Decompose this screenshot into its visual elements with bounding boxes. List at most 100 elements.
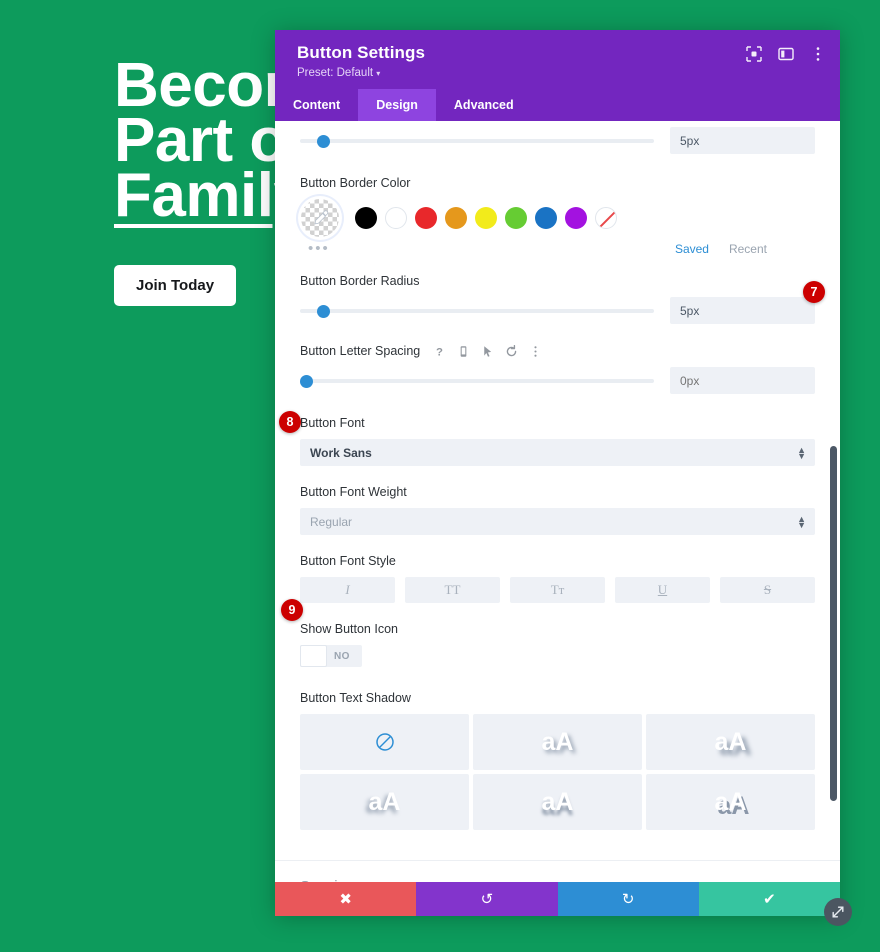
reset-undo-icon[interactable] xyxy=(505,344,518,358)
slider-track xyxy=(300,308,654,313)
more-colors-button[interactable]: ••• xyxy=(308,241,330,256)
button-border-radius-label: Button Border Radius xyxy=(300,274,420,288)
preset-selector[interactable]: Preset: Default ▾ xyxy=(297,67,822,79)
button-text-shadow-field: Button Text Shadow aA aA aA aA aA xyxy=(275,672,840,830)
shadow-sample: aA xyxy=(368,787,401,816)
letter-spacing-label-text: Button Letter Spacing xyxy=(300,344,421,358)
letter-spacing-slider[interactable] xyxy=(300,372,654,390)
modal-scrollbar[interactable] xyxy=(830,446,837,801)
redo-button[interactable]: ↻ xyxy=(557,882,699,916)
border-radius-input[interactable] xyxy=(670,297,815,324)
slider-knob[interactable] xyxy=(300,374,313,388)
swatch-green[interactable] xyxy=(505,207,527,229)
save-button[interactable]: ✔ xyxy=(698,882,840,916)
slider-knob[interactable] xyxy=(317,304,330,318)
button-border-color-label: Button Border Color xyxy=(300,176,411,190)
modal-footer-actions: ✖ ↺ ↻ ✔ xyxy=(275,882,840,916)
shadow-sample: aA xyxy=(541,727,574,756)
text-shadow-hard-option[interactable]: aA xyxy=(646,774,815,830)
show-button-icon-field: Show Button Icon NO xyxy=(275,603,840,672)
shadow-sample: aA xyxy=(714,787,747,816)
cancel-button[interactable]: ✖ xyxy=(275,882,417,916)
button-font-weight-select[interactable]: Regular ▲ ▼ xyxy=(300,508,815,535)
text-shadow-none-option[interactable] xyxy=(300,714,469,770)
more-options-icon[interactable] xyxy=(529,345,542,358)
field-icon-group: ? xyxy=(433,344,542,358)
recent-colors-tab[interactable]: Recent xyxy=(729,242,767,256)
show-button-icon-toggle[interactable]: NO xyxy=(300,645,362,667)
chevron-down-icon: ▾ xyxy=(376,69,381,78)
saved-colors-tab[interactable]: Saved xyxy=(675,242,709,256)
text-shadow-soft-right-option[interactable]: aA xyxy=(473,714,642,770)
color-footer: ••• Saved Recent xyxy=(300,241,815,256)
swatch-yellow[interactable] xyxy=(475,207,497,229)
modal-header: Button Settings Preset: Default ▾ xyxy=(275,30,840,89)
responsive-mobile-icon[interactable] xyxy=(457,345,470,358)
resize-diagonal-icon xyxy=(832,906,844,918)
smallcaps-style-button[interactable]: Tᴛ xyxy=(510,577,605,603)
button-font-style-field: Button Font Style I TT Tᴛ U S xyxy=(275,535,840,603)
modal-tabs: Content Design Advanced xyxy=(275,89,840,121)
shadow-sample: aA xyxy=(541,787,574,816)
font-style-button-group: I TT Tᴛ U S xyxy=(300,577,815,603)
fullscreen-icon[interactable] xyxy=(746,46,762,62)
toggle-state-label: NO xyxy=(334,650,350,662)
swatch-black[interactable] xyxy=(355,207,377,229)
settings-scroll-region: Button Border Color xyxy=(275,121,840,882)
svg-text:?: ? xyxy=(436,346,443,357)
swatch-none[interactable] xyxy=(595,207,617,229)
callout-badge-7: 7 xyxy=(803,281,825,303)
swatch-blue[interactable] xyxy=(535,207,557,229)
button-font-select[interactable]: Work Sans ▲ ▼ xyxy=(300,439,815,466)
saved-recent-tabs: Saved Recent xyxy=(675,242,815,256)
modal-resize-handle[interactable] xyxy=(824,898,852,926)
slider-track xyxy=(300,378,654,383)
text-shadow-left-option[interactable]: aA xyxy=(300,774,469,830)
help-icon[interactable]: ? xyxy=(433,345,446,358)
swatch-purple[interactable] xyxy=(565,207,587,229)
swatch-red[interactable] xyxy=(415,207,437,229)
slider-knob[interactable] xyxy=(317,134,330,148)
top-slider-input[interactable] xyxy=(670,127,815,154)
preset-label: Preset: Default xyxy=(297,67,374,79)
underline-style-button[interactable]: U xyxy=(615,577,710,603)
no-shadow-icon xyxy=(375,733,394,751)
button-border-radius-field: Button Border Radius xyxy=(275,256,840,324)
shadow-sample: aA xyxy=(714,727,747,756)
more-options-icon[interactable] xyxy=(810,46,826,62)
accordion-spacing[interactable]: Spacing ⌄ xyxy=(275,860,840,882)
button-border-color-field: Button Border Color ••• Saved Recent xyxy=(275,154,840,256)
hover-cursor-icon[interactable] xyxy=(481,345,494,358)
eyedropper-picker[interactable] xyxy=(301,199,339,237)
tab-content[interactable]: Content xyxy=(275,89,358,121)
letter-spacing-input[interactable] xyxy=(670,367,815,394)
text-shadow-bottom-option[interactable]: aA xyxy=(473,774,642,830)
text-shadow-strong-right-option[interactable]: aA xyxy=(646,714,815,770)
button-letter-spacing-label: Button Letter Spacing ? xyxy=(300,344,815,358)
border-radius-slider[interactable] xyxy=(300,302,654,320)
tab-advanced[interactable]: Advanced xyxy=(436,89,532,121)
accordion-spacing-label: Spacing xyxy=(300,878,354,882)
text-shadow-option-grid: aA aA aA aA aA xyxy=(300,714,815,830)
swatch-white[interactable] xyxy=(385,207,407,229)
button-font-value: Work Sans xyxy=(310,445,372,460)
top-slider[interactable] xyxy=(300,132,654,150)
undo-button[interactable]: ↺ xyxy=(416,882,558,916)
tab-design[interactable]: Design xyxy=(358,89,436,121)
chevron-down-icon: ⌄ xyxy=(804,879,815,883)
button-text-shadow-label: Button Text Shadow xyxy=(300,691,411,705)
swatch-orange[interactable] xyxy=(445,207,467,229)
color-swatch-row xyxy=(300,199,815,237)
layout-columns-icon[interactable] xyxy=(778,46,794,62)
join-today-button[interactable]: Join Today xyxy=(114,265,237,306)
modal-header-actions xyxy=(746,46,826,62)
eyedropper-icon xyxy=(314,210,329,225)
button-font-weight-field: Button Font Weight Regular ▲ ▼ xyxy=(275,466,840,535)
toggle-handle xyxy=(300,645,327,667)
callout-badge-9: 9 xyxy=(281,599,303,621)
strikethrough-style-button[interactable]: S xyxy=(720,577,815,603)
italic-style-button[interactable]: I xyxy=(300,577,395,603)
modal-title: Button Settings xyxy=(297,43,426,62)
uppercase-style-button[interactable]: TT xyxy=(405,577,500,603)
button-font-field: Button Font Work Sans ▲ ▼ xyxy=(275,394,840,466)
